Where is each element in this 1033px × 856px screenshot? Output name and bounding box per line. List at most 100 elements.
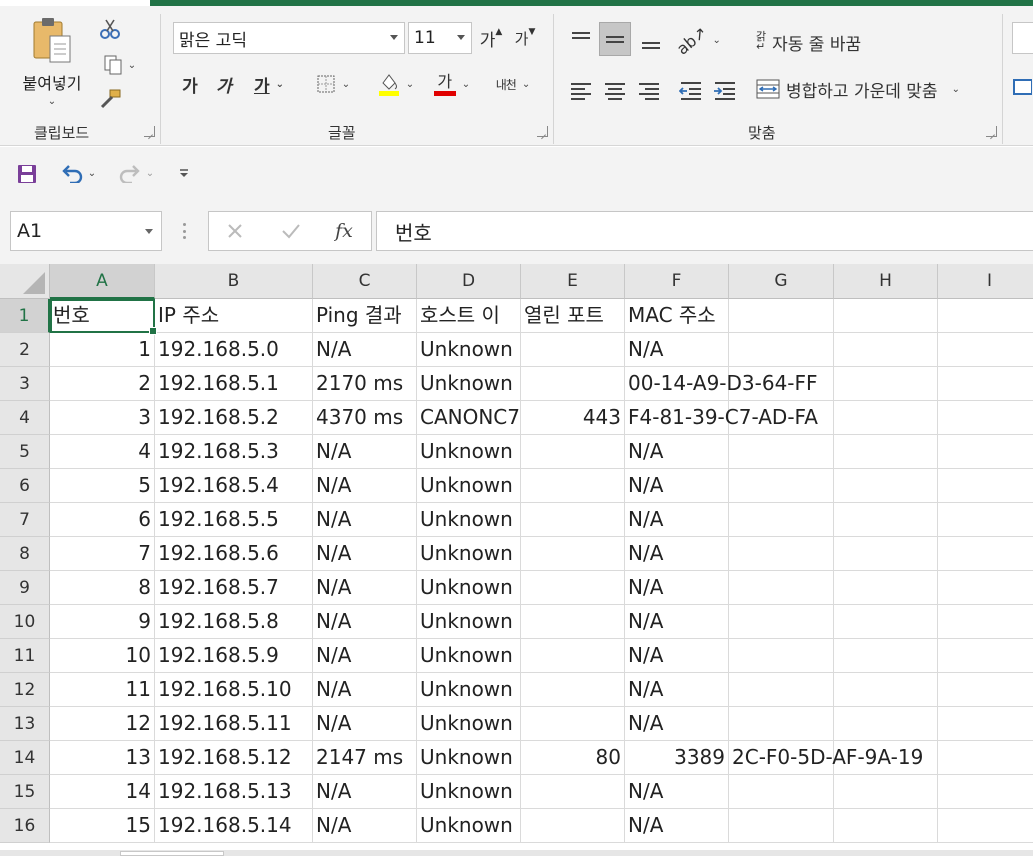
cell-i12[interactable] bbox=[938, 673, 1033, 707]
cell-a5[interactable]: 4 bbox=[50, 435, 155, 469]
cell-d12[interactable]: Unknown bbox=[417, 673, 521, 707]
row-header[interactable]: 9 bbox=[0, 571, 50, 605]
cell-b14[interactable]: 192.168.5.12 bbox=[155, 741, 313, 775]
cell-d8[interactable]: Unknown bbox=[417, 537, 521, 571]
cell-d10[interactable]: Unknown bbox=[417, 605, 521, 639]
cell-i4[interactable] bbox=[938, 401, 1033, 435]
cell-b4[interactable]: 192.168.5.2 bbox=[155, 401, 313, 435]
cell-d7[interactable]: Unknown bbox=[417, 503, 521, 537]
copy-button[interactable]: ⌄ bbox=[96, 52, 142, 78]
increase-indent-button[interactable] bbox=[710, 76, 740, 106]
cell-g14[interactable]: 2C-F0-5D-AF-9A-19 bbox=[729, 741, 923, 775]
row-header[interactable]: 1 bbox=[0, 299, 50, 333]
fill-color-dropdown-icon[interactable]: ⌄ bbox=[406, 79, 414, 90]
merge-center-button[interactable]: 병합하고 가운데 맞춤 ⌄ bbox=[756, 72, 988, 106]
cell-a10[interactable]: 9 bbox=[50, 605, 155, 639]
cell-d15[interactable]: Unknown bbox=[417, 775, 521, 809]
cell-e1[interactable]: 열린 포트 bbox=[521, 299, 625, 333]
cell-a3[interactable]: 2 bbox=[50, 367, 155, 401]
name-box[interactable]: A1 bbox=[10, 211, 162, 251]
cell-c3[interactable]: 2170 ms bbox=[313, 367, 417, 401]
borders-dropdown-icon[interactable]: ⌄ bbox=[342, 79, 350, 90]
cell-a9[interactable]: 8 bbox=[50, 571, 155, 605]
cell-i7[interactable] bbox=[938, 503, 1033, 537]
cell-a15[interactable]: 14 bbox=[50, 775, 155, 809]
column-header-b[interactable]: B bbox=[155, 264, 313, 299]
row-header[interactable]: 13 bbox=[0, 707, 50, 741]
cell-e9[interactable] bbox=[521, 571, 625, 605]
cell-f3[interactable]: 00-14-A9-D3-64-FF bbox=[625, 367, 818, 401]
cell-g16[interactable] bbox=[729, 809, 834, 843]
underline-button[interactable]: 가 ⌄ bbox=[244, 70, 294, 98]
cell-c14[interactable]: 2147 ms bbox=[313, 741, 417, 775]
row-header[interactable]: 8 bbox=[0, 537, 50, 571]
cell-h11[interactable] bbox=[834, 639, 938, 673]
cell-b12[interactable]: 192.168.5.10 bbox=[155, 673, 313, 707]
cell-f10[interactable]: N/A bbox=[625, 605, 729, 639]
cell-e5[interactable] bbox=[521, 435, 625, 469]
increase-font-button[interactable]: 가 ▲ bbox=[478, 24, 504, 52]
cell-f12[interactable]: N/A bbox=[625, 673, 729, 707]
cell-i10[interactable] bbox=[938, 605, 1033, 639]
row-header[interactable]: 6 bbox=[0, 469, 50, 503]
column-header-i[interactable]: I bbox=[938, 264, 1033, 299]
cell-b10[interactable]: 192.168.5.8 bbox=[155, 605, 313, 639]
cell-i16[interactable] bbox=[938, 809, 1033, 843]
row-header[interactable]: 16 bbox=[0, 809, 50, 843]
align-bottom-button[interactable] bbox=[634, 24, 668, 56]
cell-g6[interactable] bbox=[729, 469, 834, 503]
cell-c1[interactable]: Ping 결과 bbox=[313, 299, 417, 333]
cell-i14[interactable] bbox=[938, 741, 1033, 775]
row-header[interactable]: 7 bbox=[0, 503, 50, 537]
cell-c6[interactable]: N/A bbox=[313, 469, 417, 503]
cell-a6[interactable]: 5 bbox=[50, 469, 155, 503]
cell-g5[interactable] bbox=[729, 435, 834, 469]
column-header-a[interactable]: A bbox=[50, 264, 155, 299]
cell-h6[interactable] bbox=[834, 469, 938, 503]
cell-a12[interactable]: 11 bbox=[50, 673, 155, 707]
cell-i8[interactable] bbox=[938, 537, 1033, 571]
cell-g2[interactable] bbox=[729, 333, 834, 367]
row-header[interactable]: 14 bbox=[0, 741, 50, 775]
align-left-button[interactable] bbox=[566, 76, 596, 106]
cell-e3[interactable] bbox=[521, 367, 625, 401]
row-header[interactable]: 3 bbox=[0, 367, 50, 401]
cell-d1[interactable]: 호스트 이 bbox=[417, 299, 521, 333]
cell-i2[interactable] bbox=[938, 333, 1033, 367]
font-color-button[interactable]: 가 ⌄ bbox=[426, 70, 478, 98]
cell-b2[interactable]: 192.168.5.0 bbox=[155, 333, 313, 367]
cell-f13[interactable]: N/A bbox=[625, 707, 729, 741]
cell-b8[interactable]: 192.168.5.6 bbox=[155, 537, 313, 571]
align-center-button[interactable] bbox=[600, 76, 630, 106]
cell-d5[interactable]: Unknown bbox=[417, 435, 521, 469]
confirm-entry-button[interactable] bbox=[277, 218, 305, 244]
column-header-e[interactable]: E bbox=[521, 264, 625, 299]
cell-e11[interactable] bbox=[521, 639, 625, 673]
orientation-dropdown-icon[interactable]: ⌄ bbox=[712, 35, 720, 46]
cell-h9[interactable] bbox=[834, 571, 938, 605]
undo-button[interactable]: ⌄ bbox=[54, 159, 102, 187]
cell-d4[interactable]: CANONC7 bbox=[417, 401, 521, 435]
cell-h13[interactable] bbox=[834, 707, 938, 741]
underline-dropdown-icon[interactable]: ⌄ bbox=[276, 79, 284, 90]
cell-c2[interactable]: N/A bbox=[313, 333, 417, 367]
row-header[interactable]: 4 bbox=[0, 401, 50, 435]
customize-qat-button[interactable] bbox=[172, 161, 196, 185]
cell-f16[interactable]: N/A bbox=[625, 809, 729, 843]
cell-a4[interactable]: 3 bbox=[50, 401, 155, 435]
merge-center-dropdown-icon[interactable]: ⌄ bbox=[952, 84, 960, 95]
cell-e8[interactable] bbox=[521, 537, 625, 571]
undo-dropdown-icon[interactable]: ⌄ bbox=[88, 168, 96, 179]
cell-b5[interactable]: 192.168.5.3 bbox=[155, 435, 313, 469]
number-format-select[interactable] bbox=[1012, 22, 1033, 54]
cell-d6[interactable]: Unknown bbox=[417, 469, 521, 503]
column-header-d[interactable]: D bbox=[417, 264, 521, 299]
cell-a7[interactable]: 6 bbox=[50, 503, 155, 537]
cell-g8[interactable] bbox=[729, 537, 834, 571]
orientation-button[interactable]: ab↗ ⌄ bbox=[673, 22, 722, 58]
phonetic-dropdown-icon[interactable]: ⌄ bbox=[522, 79, 530, 90]
cell-c12[interactable]: N/A bbox=[313, 673, 417, 707]
cell-b13[interactable]: 192.168.5.11 bbox=[155, 707, 313, 741]
cell-h5[interactable] bbox=[834, 435, 938, 469]
cell-i6[interactable] bbox=[938, 469, 1033, 503]
